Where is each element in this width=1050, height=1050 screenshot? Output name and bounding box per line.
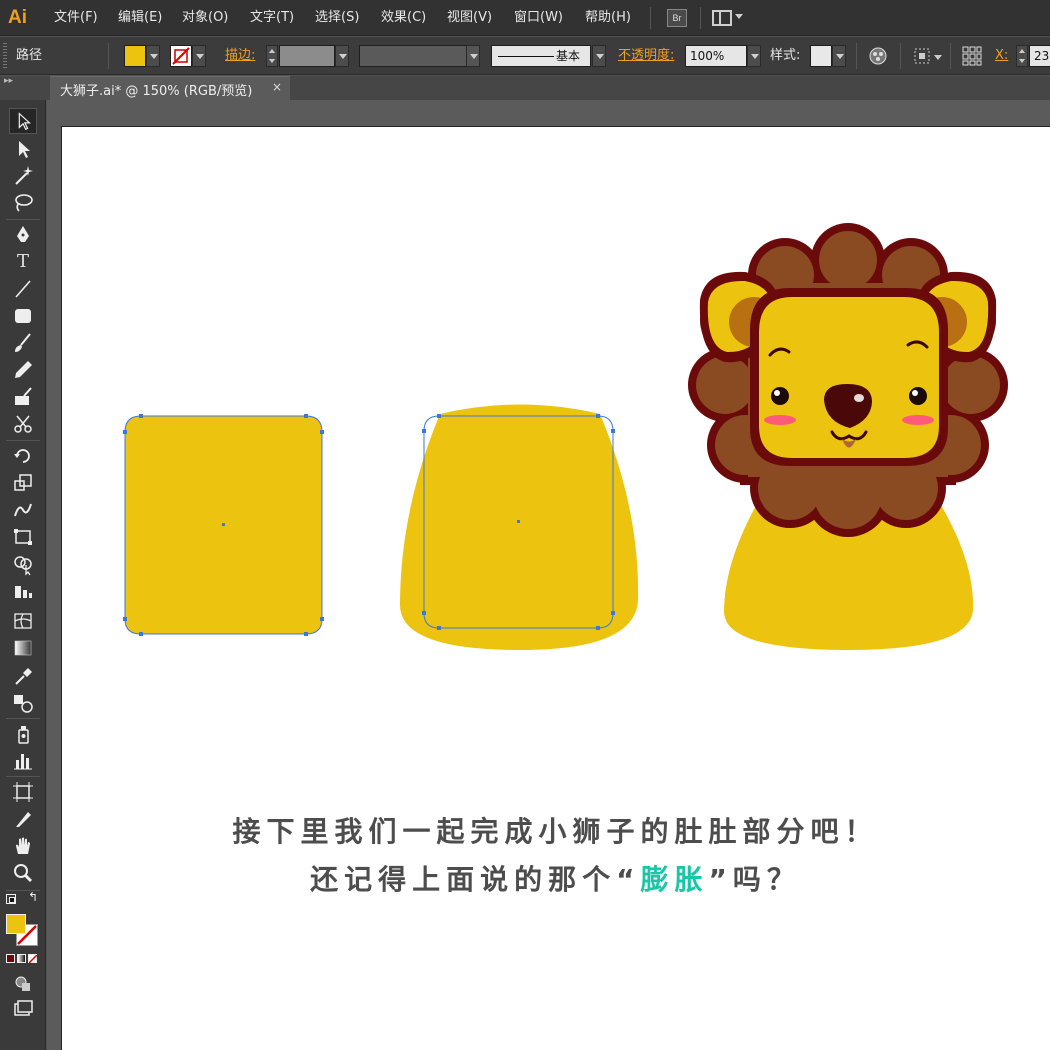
caption-line-2: 还记得上面说的那个“膨胀”吗？: [61, 856, 1050, 904]
caption-line-2-before: 还记得上面说的那个: [310, 863, 617, 896]
lion-blush-left: [764, 415, 796, 425]
inflated-belly-shape[interactable]: [400, 404, 639, 651]
caption-highlight: 膨胀: [640, 863, 709, 896]
caption-line-2-after: 吗？: [732, 863, 801, 896]
lion-illustration[interactable]: [688, 223, 1008, 650]
caption-line-1: 接下里我们一起完成小狮子的肚肚部分吧！: [232, 815, 879, 848]
caption-close-quote: ”: [708, 863, 733, 896]
tutorial-caption: 接下里我们一起完成小狮子的肚肚部分吧！ 还记得上面说的那个“膨胀”吗？: [61, 808, 1050, 904]
caption-open-quote: “: [616, 863, 641, 896]
lion-eye-right: [909, 387, 927, 405]
rounded-rectangle-shape[interactable]: [123, 414, 324, 636]
lion-eye-left: [771, 387, 789, 405]
fill-color-box[interactable]: [6, 914, 26, 934]
lion-blush-right: [902, 415, 934, 425]
